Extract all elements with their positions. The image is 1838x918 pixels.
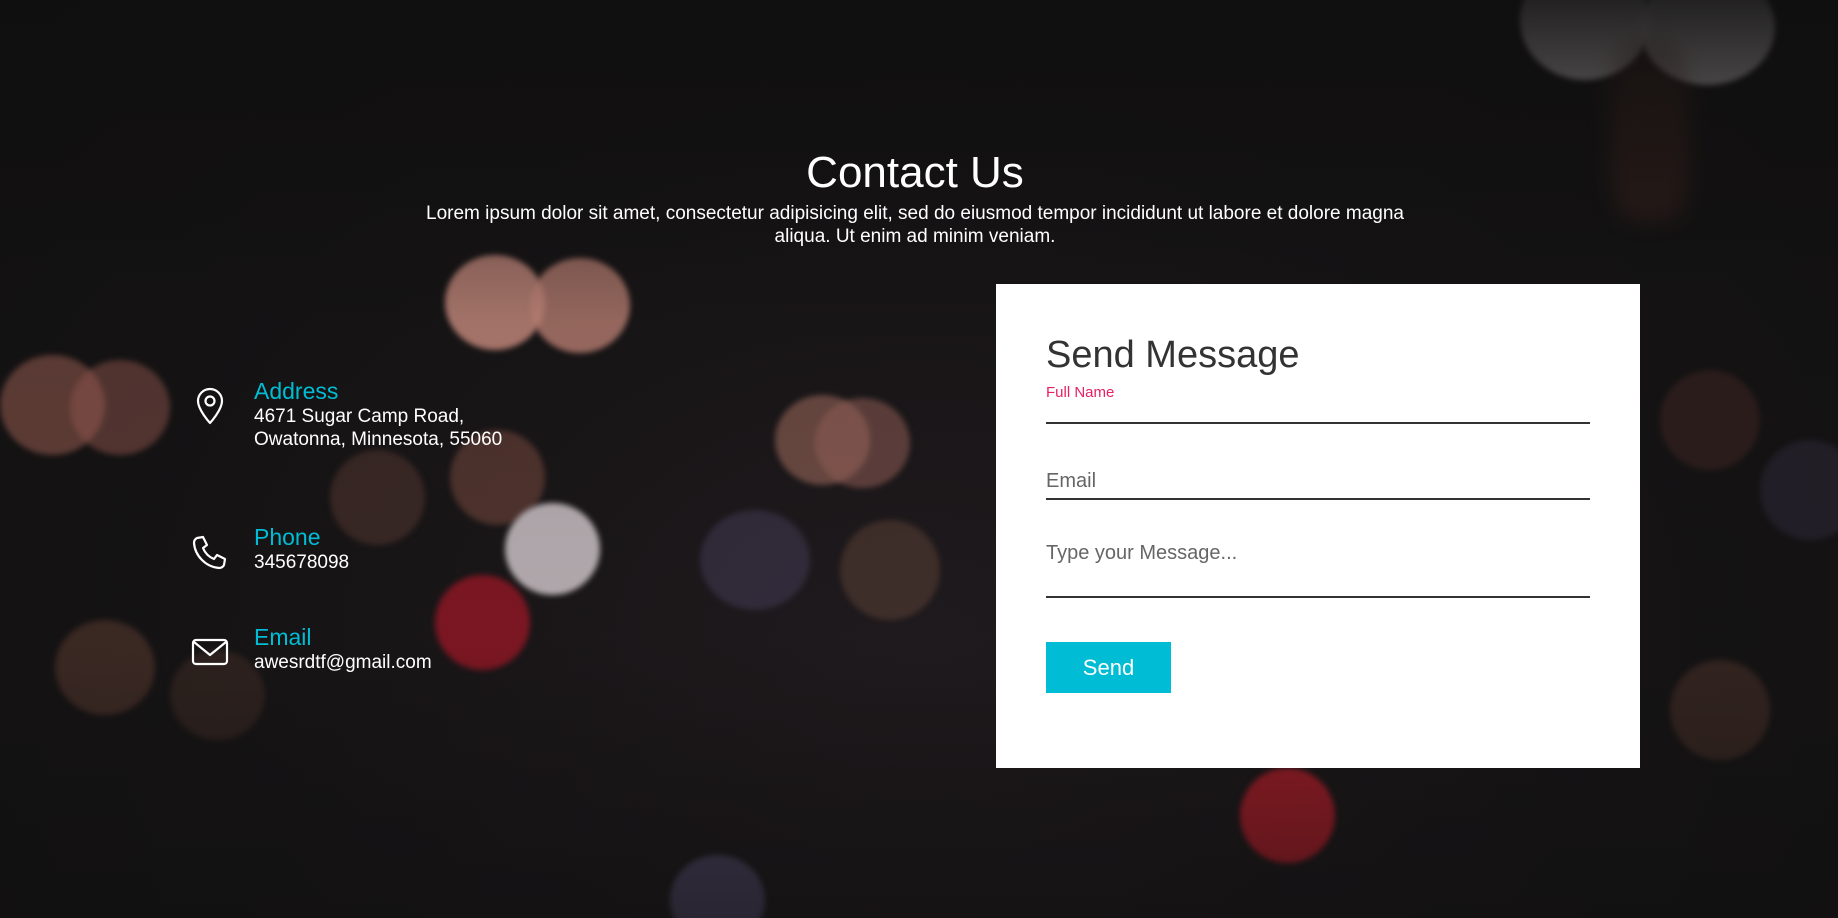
email-info: Email awesrdtf@gmail.com	[190, 624, 504, 674]
header: Contact Us Lorem ipsum dolor sit amet, c…	[0, 148, 1830, 248]
phone-value: 345678098	[254, 552, 350, 573]
page-title: Contact Us	[806, 148, 1024, 197]
message-placeholder: Type your Message...	[1046, 542, 1238, 564]
form-title: Send Message	[1046, 334, 1300, 376]
phone-label: Phone	[254, 524, 321, 550]
full-name-label: Full Name	[1046, 384, 1115, 401]
send-message-form: Send Message Full Name Email Type your M…	[996, 284, 1640, 768]
address-info: Address 4671 Sugar Camp Road, Owatonna, …	[190, 378, 504, 451]
email-placeholder: Email	[1046, 470, 1097, 492]
phone-icon	[190, 532, 230, 572]
address-label: Address	[254, 378, 339, 404]
address-value: 4671 Sugar Camp Road, Owatonna, Minnesot…	[254, 406, 503, 450]
envelope-icon	[190, 632, 230, 672]
send-button[interactable]: Send	[1046, 642, 1171, 693]
message-textarea[interactable]: Type your Message...	[1046, 534, 1590, 598]
email-label: Email	[254, 624, 312, 650]
email-value: awesrdtf@gmail.com	[254, 652, 432, 673]
phone-info: Phone 345678098	[190, 524, 504, 574]
contact-section: Contact Us Lorem ipsum dolor sit amet, c…	[0, 0, 1838, 918]
location-pin-icon	[190, 386, 230, 426]
full-name-field[interactable]: Full Name	[1046, 384, 1590, 424]
email-field[interactable]: Email	[1046, 462, 1590, 500]
page-subtitle: Lorem ipsum dolor sit amet, consectetur …	[426, 203, 1404, 247]
